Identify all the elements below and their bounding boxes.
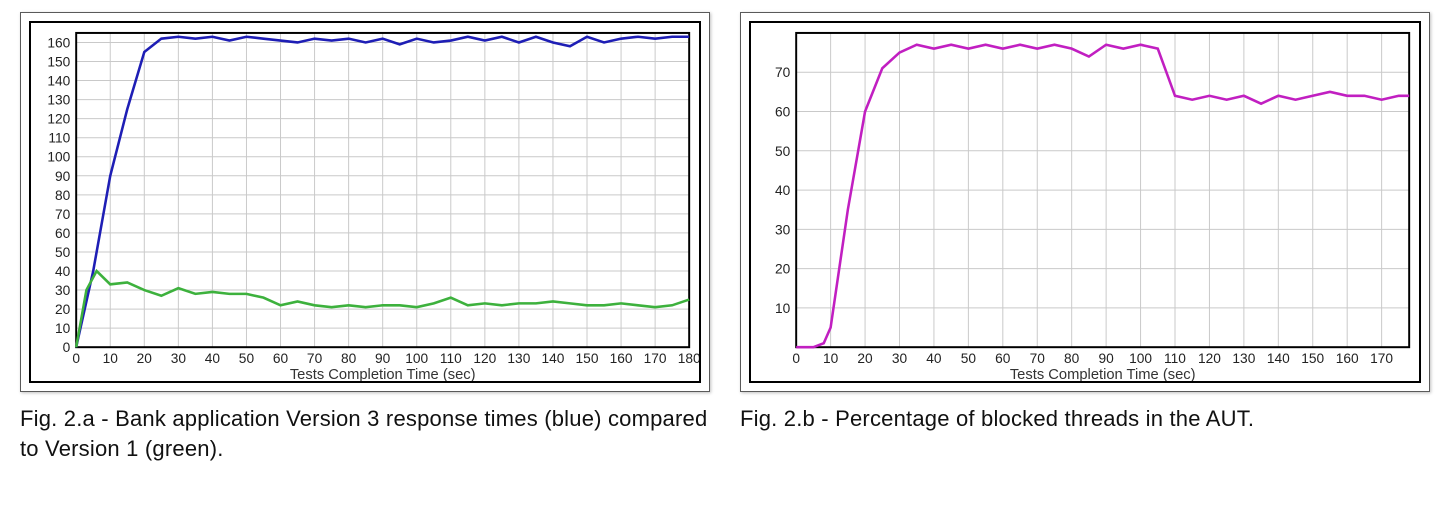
svg-text:20: 20 [775, 261, 791, 277]
chart-a-frame: 0102030405060708090100110120130140150160… [20, 12, 710, 392]
panel-a: 0102030405060708090100110120130140150160… [20, 12, 710, 502]
chart-b-frame: 10 20 30 40 50 60 70 0 10 20 30 40 50 60 70 80 90 100 110 1… [740, 12, 1430, 392]
chart-b-svg: 10 20 30 40 50 60 70 0 10 20 30 40 50 60 70 80 90 100 110 1… [751, 23, 1419, 381]
svg-text:50: 50 [239, 350, 255, 366]
chart-b-plot: 10 20 30 40 50 60 70 0 10 20 30 40 50 60 70 80 90 100 110 1… [749, 21, 1421, 383]
svg-text:60: 60 [995, 350, 1011, 366]
svg-text:140: 140 [541, 350, 564, 366]
svg-text:0: 0 [63, 339, 71, 355]
svg-text:110: 110 [48, 130, 70, 146]
svg-text:80: 80 [55, 187, 71, 203]
svg-text:110: 110 [1164, 350, 1186, 366]
svg-text:10: 10 [775, 300, 791, 316]
svg-text:Tests Completion Time (sec): Tests Completion Time (sec) [1010, 367, 1196, 381]
svg-text:70: 70 [307, 350, 323, 366]
svg-text:Tests Completion Time (sec): Tests Completion Time (sec) [290, 367, 476, 381]
svg-text:90: 90 [1098, 350, 1114, 366]
svg-text:120: 120 [47, 111, 70, 127]
svg-text:10: 10 [55, 320, 71, 336]
svg-text:130: 130 [507, 350, 530, 366]
svg-text:40: 40 [926, 350, 942, 366]
svg-text:100: 100 [405, 350, 428, 366]
svg-text:170: 170 [644, 350, 667, 366]
svg-text:150: 150 [1301, 350, 1324, 366]
svg-text:140: 140 [1267, 350, 1290, 366]
svg-text:0: 0 [792, 350, 800, 366]
svg-text:40: 40 [55, 263, 71, 279]
svg-text:160: 160 [1336, 350, 1359, 366]
caption-b: Fig. 2.b - Percentage of blocked threads… [740, 404, 1430, 434]
svg-text:120: 120 [473, 350, 496, 366]
svg-text:120: 120 [1198, 350, 1221, 366]
svg-text:180: 180 [678, 350, 699, 366]
svg-text:130: 130 [1232, 350, 1255, 366]
svg-text:70: 70 [55, 206, 71, 222]
svg-text:0: 0 [72, 350, 80, 366]
svg-text:30: 30 [171, 350, 187, 366]
svg-text:20: 20 [857, 350, 873, 366]
svg-text:20: 20 [137, 350, 153, 366]
svg-text:30: 30 [775, 221, 791, 237]
svg-text:70: 70 [1030, 350, 1046, 366]
caption-a: Fig. 2.a - Bank application Version 3 re… [20, 404, 710, 463]
svg-text:100: 100 [47, 149, 70, 165]
chart-a-svg: 0102030405060708090100110120130140150160… [31, 23, 699, 381]
svg-text:150: 150 [47, 53, 70, 69]
svg-text:130: 130 [47, 91, 70, 107]
svg-text:70: 70 [775, 64, 791, 80]
svg-text:100: 100 [1129, 350, 1152, 366]
svg-text:60: 60 [55, 225, 71, 241]
svg-text:20: 20 [55, 301, 71, 317]
svg-text:30: 30 [892, 350, 908, 366]
svg-text:40: 40 [775, 182, 791, 198]
svg-text:10: 10 [103, 350, 119, 366]
svg-text:60: 60 [273, 350, 289, 366]
svg-text:90: 90 [55, 168, 71, 184]
svg-text:30: 30 [55, 282, 71, 298]
figure-panel: 0102030405060708090100110120130140150160… [0, 0, 1450, 514]
panel-b: 10 20 30 40 50 60 70 0 10 20 30 40 50 60 70 80 90 100 110 1… [740, 12, 1430, 502]
svg-text:160: 160 [47, 34, 70, 50]
svg-text:50: 50 [55, 244, 71, 260]
svg-text:90: 90 [375, 350, 391, 366]
svg-text:10: 10 [823, 350, 839, 366]
svg-text:80: 80 [1064, 350, 1080, 366]
svg-text:110: 110 [440, 350, 462, 366]
svg-text:80: 80 [341, 350, 357, 366]
svg-text:40: 40 [205, 350, 221, 366]
svg-text:140: 140 [47, 72, 70, 88]
svg-text:60: 60 [775, 103, 791, 119]
chart-a-plot: 0102030405060708090100110120130140150160… [29, 21, 701, 383]
svg-text:170: 170 [1370, 350, 1393, 366]
svg-text:50: 50 [961, 350, 977, 366]
svg-text:150: 150 [576, 350, 599, 366]
svg-text:160: 160 [610, 350, 633, 366]
svg-text:50: 50 [775, 143, 791, 159]
